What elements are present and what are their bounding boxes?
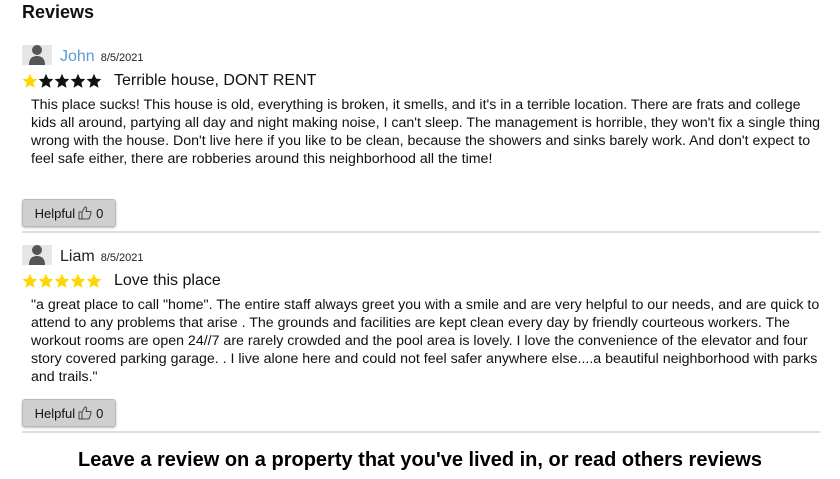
helpful-label: Helpful	[34, 205, 76, 221]
star-icon	[22, 273, 38, 288]
review-title: Love this place	[114, 272, 221, 289]
page-title: Reviews	[22, 2, 95, 22]
divider	[22, 231, 820, 233]
star-icon	[22, 73, 38, 88]
star-icon	[86, 273, 102, 288]
review-text: This place sucks! This house is old, eve…	[31, 97, 821, 167]
star-icon	[70, 273, 86, 288]
avatar-icon	[22, 245, 52, 265]
helpful-button[interactable]: Helpful 0	[22, 199, 116, 227]
star-rating	[22, 273, 102, 289]
star-icon	[70, 73, 86, 88]
reviewer-name: Liam	[60, 248, 95, 265]
review-card: John 8/5/2021 Terrible house, DONT RENT …	[22, 43, 822, 227]
helpful-count: 0	[96, 205, 104, 221]
review-text: "a great place to call "home". The entir…	[31, 297, 820, 385]
star-icon	[54, 73, 70, 88]
review-card: Liam 8/5/2021 Love this place "a great p…	[22, 243, 822, 427]
review-header: John 8/5/2021	[22, 43, 822, 65]
helpful-label: Helpful	[34, 405, 76, 421]
avatar-icon	[22, 45, 52, 65]
star-icon	[38, 73, 54, 88]
star-icon	[38, 273, 54, 288]
star-icon	[54, 273, 70, 288]
star-rating	[22, 73, 102, 89]
divider	[22, 431, 820, 433]
star-icon	[86, 73, 102, 88]
thumbs-up-icon	[78, 406, 92, 420]
helpful-count: 0	[96, 405, 104, 421]
review-date: 8/5/2021	[100, 252, 144, 264]
thumbs-up-icon	[78, 206, 92, 220]
helpful-button[interactable]: Helpful 0	[22, 399, 116, 427]
reviewer-name-link[interactable]: John	[60, 49, 95, 65]
footer-cta: Leave a review on a property that you've…	[78, 449, 762, 471]
review-header: Liam 8/5/2021	[22, 243, 822, 265]
review-title: Terrible house, DONT RENT	[114, 72, 317, 89]
review-date: 8/5/2021	[100, 52, 144, 64]
